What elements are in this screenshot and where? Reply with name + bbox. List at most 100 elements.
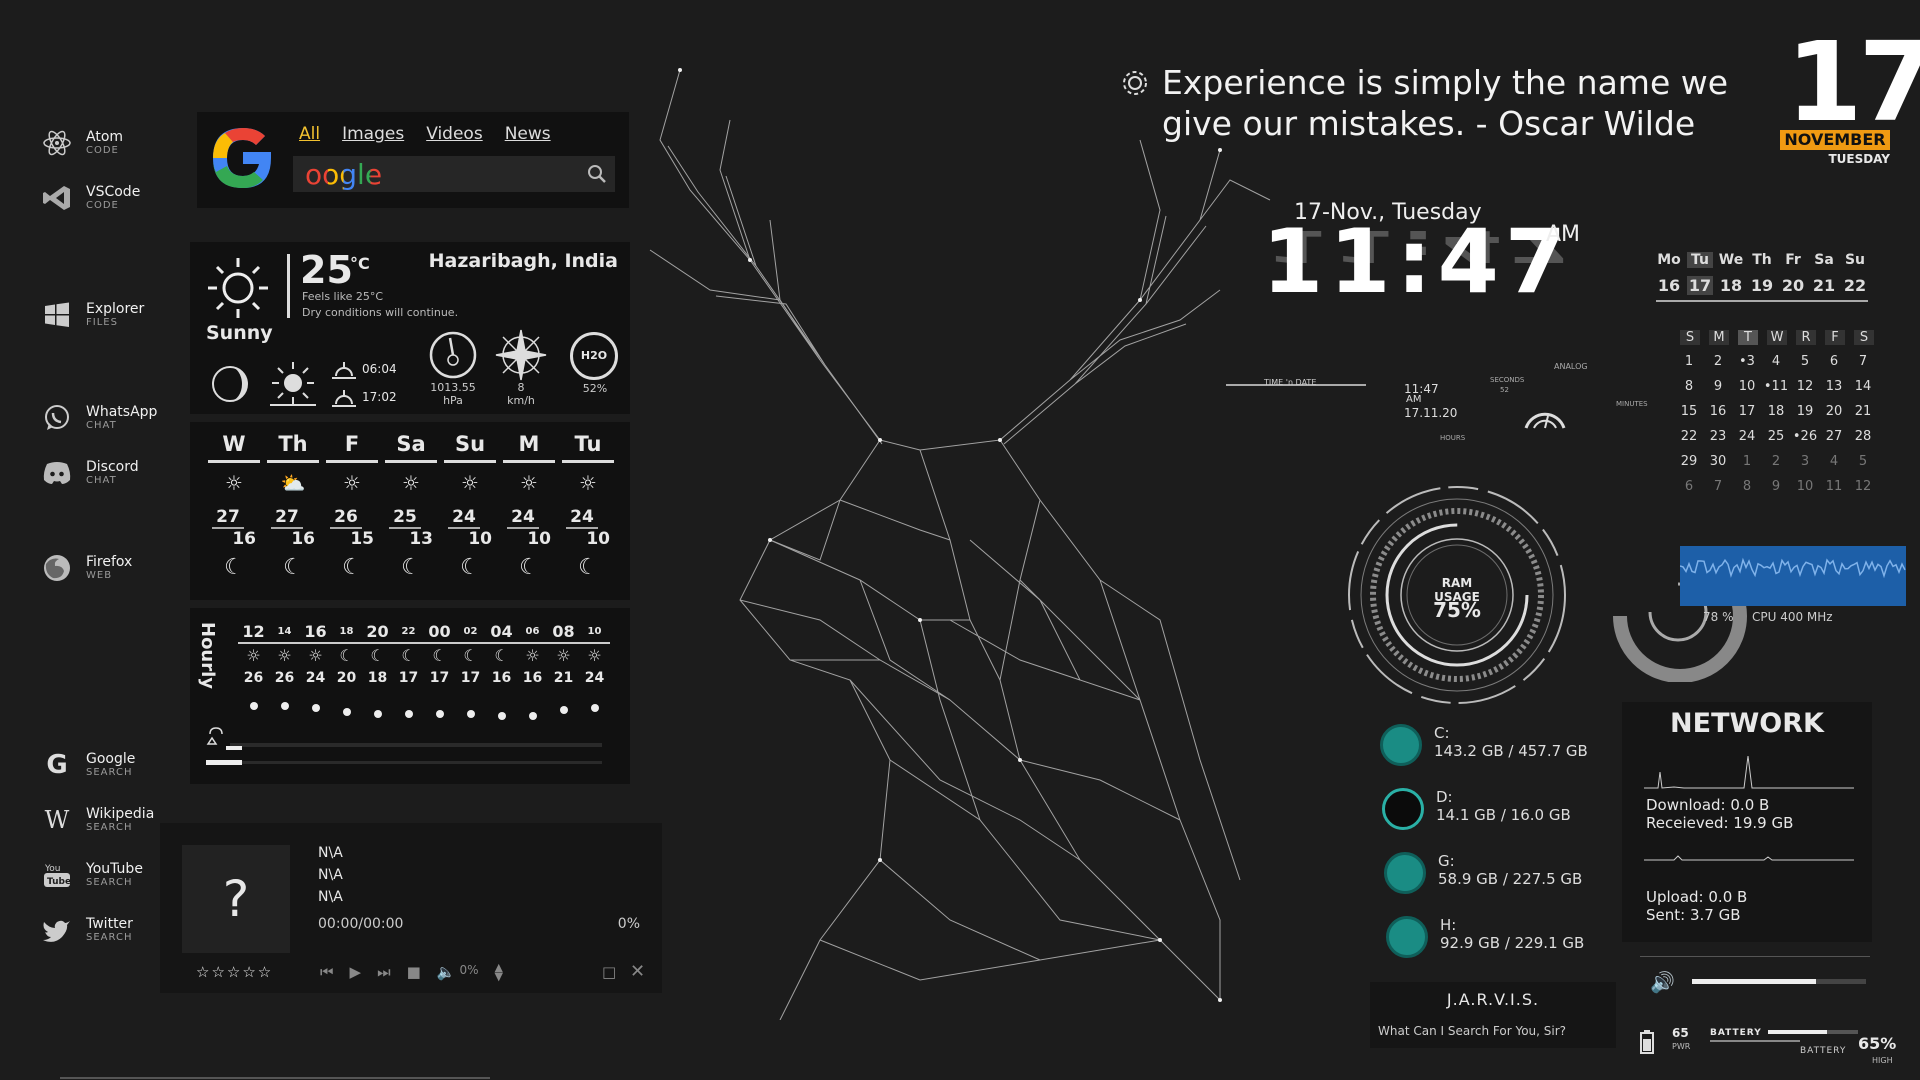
drive-h[interactable]: H: 92.9 GB / 229.1 GB [1386, 916, 1584, 958]
calendar-day[interactable]: 27 [1821, 429, 1847, 444]
calendar-day[interactable]: 5 [1850, 454, 1876, 469]
calendar-day[interactable]: 9 [1763, 479, 1789, 494]
calendar-day[interactable]: 28 [1850, 429, 1876, 444]
calendar-day[interactable]: 15 [1676, 404, 1702, 419]
calendar-day[interactable]: 21 [1850, 404, 1876, 419]
calendar-day[interactable]: 2 [1705, 354, 1731, 369]
tab-all[interactable]: All [299, 124, 320, 144]
weekday-date[interactable]: 17 [1687, 276, 1713, 295]
calendar-day[interactable]: 12 [1792, 379, 1818, 394]
calendar-day[interactable]: 23 [1705, 429, 1731, 444]
calendar-day[interactable]: 30 [1705, 454, 1731, 469]
launcher-firefox[interactable]: Firefox WEB [40, 551, 132, 585]
volume-stepper-icon[interactable]: ▲ ▼ [495, 962, 503, 982]
launcher-wikipedia[interactable]: W Wikipedia SEARCH [40, 803, 155, 837]
calendar-day[interactable]: 3 [1792, 454, 1818, 469]
calendar-day[interactable]: 5 [1792, 354, 1818, 369]
search-icon[interactable] [587, 164, 607, 184]
calendar-day[interactable]: 1 [1734, 454, 1760, 469]
calendar-day[interactable]: 4 [1821, 454, 1847, 469]
close-icon[interactable]: ✕ [630, 961, 645, 982]
calendar-day[interactable]: 18 [1763, 404, 1789, 419]
calendar-day[interactable]: •11 [1763, 379, 1789, 394]
launcher-discord[interactable]: Discord CHAT [40, 456, 139, 490]
speaker-icon[interactable]: 🔊 [1650, 970, 1675, 994]
calendar-day[interactable]: 6 [1821, 354, 1847, 369]
weekday-date[interactable]: 18 [1718, 276, 1744, 295]
month-calendar: S M T W R F S 1 2 •3 4 5 6 7 8 9 10 •11 12 13 14 15 16 17 18 19 20… [1680, 330, 1890, 500]
hour-label: 04 [490, 622, 513, 641]
calendar-day[interactable]: 13 [1821, 379, 1847, 394]
calendar-day[interactable]: 8 [1676, 379, 1702, 394]
calendar-day[interactable]: 20 [1821, 404, 1847, 419]
calendar-day[interactable]: 25 [1763, 429, 1789, 444]
calendar-day[interactable]: 7 [1850, 354, 1876, 369]
network-download: Download: 0.0 B [1646, 796, 1770, 814]
launcher-youtube[interactable]: You Tube YouTube SEARCH [40, 858, 143, 892]
calendar-day[interactable]: 16 [1705, 404, 1731, 419]
previous-icon[interactable]: ⏮ [320, 963, 334, 981]
wikipedia-icon: W [44, 806, 70, 834]
weekday-header: Tu [1687, 252, 1713, 268]
next-icon[interactable]: ⏭ [377, 963, 391, 981]
tab-videos[interactable]: Videos [426, 124, 483, 144]
weekday-date[interactable]: 20 [1780, 276, 1806, 295]
battery-percent: 65% [1858, 1034, 1897, 1053]
weekday-date[interactable]: 21 [1811, 276, 1837, 295]
calendar-day[interactable]: 4 [1763, 354, 1789, 369]
sun-icon: ☼ [520, 471, 538, 495]
launcher-vscode[interactable]: VSCode CODE [40, 181, 140, 215]
launcher-atom[interactable]: Atom CODE [40, 126, 123, 160]
weekday-date[interactable]: 19 [1749, 276, 1775, 295]
drive-d[interactable]: D: 14.1 GB / 16.0 GB [1382, 788, 1571, 830]
hour-temp: 18 [367, 670, 388, 686]
launcher-sublabel: CODE [86, 145, 119, 156]
launcher-twitter[interactable]: Twitter SEARCH [40, 913, 133, 947]
calendar-day[interactable]: 24 [1734, 429, 1760, 444]
stop-icon[interactable]: ■ [407, 963, 421, 981]
weekday-date[interactable]: 16 [1656, 276, 1682, 295]
sun-icon: ☼ [402, 471, 420, 495]
hud-label: TIME 'n DATE [1264, 378, 1317, 387]
drive-c[interactable]: C: 143.2 GB / 457.7 GB [1380, 724, 1588, 766]
hud-ampm: AM [1406, 394, 1422, 405]
calendar-day[interactable]: 17 [1734, 404, 1760, 419]
tab-news[interactable]: News [505, 124, 551, 144]
calendar-day[interactable]: 1 [1676, 354, 1702, 369]
network-widget: NETWORK Download: 0.0 B Receieved: 19.9 … [1622, 702, 1872, 942]
calendar-day[interactable]: 19 [1792, 404, 1818, 419]
calendar-day[interactable]: 29 [1676, 454, 1702, 469]
google-search-input[interactable]: oogle [293, 156, 615, 192]
calendar-day[interactable]: 6 [1676, 479, 1702, 494]
calendar-day[interactable]: 8 [1734, 479, 1760, 494]
drive-g[interactable]: G: 58.9 GB / 227.5 GB [1384, 852, 1582, 894]
calendar-day[interactable]: 12 [1850, 479, 1876, 494]
temp-dot [404, 710, 413, 718]
maximize-icon[interactable]: □ [602, 963, 616, 981]
calendar-day[interactable]: •26 [1792, 429, 1818, 444]
rating-stars[interactable]: ☆☆☆☆☆ [196, 963, 273, 981]
launcher-whatsapp[interactable]: WhatsApp CHAT [40, 401, 157, 435]
volume-slider[interactable] [1692, 979, 1866, 984]
calendar-day[interactable]: 2 [1763, 454, 1789, 469]
calendar-day[interactable]: 10 [1734, 379, 1760, 394]
play-icon[interactable]: ▶ [350, 963, 362, 981]
jarvis-search[interactable]: J.A.R.V.I.S. What Can I Search For You, … [1370, 982, 1616, 1048]
launcher-explorer[interactable]: Explorer FILES [40, 298, 144, 332]
calendar-day[interactable]: 9 [1705, 379, 1731, 394]
calendar-day[interactable]: 22 [1676, 429, 1702, 444]
launcher-google[interactable]: G Google SEARCH [40, 748, 135, 782]
hour-label: 12 [242, 622, 265, 641]
humidity-icon: H2O [570, 332, 618, 380]
moon-icon: ☾ [463, 646, 478, 665]
calendar-day[interactable]: 10 [1792, 479, 1818, 494]
discord-icon [40, 456, 74, 490]
volume-icon[interactable]: 🔈 [437, 963, 456, 981]
calendar-day[interactable]: •3 [1734, 354, 1760, 369]
calendar-day[interactable]: 7 [1705, 479, 1731, 494]
tab-images[interactable]: Images [342, 124, 404, 144]
weekday-date[interactable]: 22 [1842, 276, 1868, 295]
gear-icon[interactable] [1120, 68, 1150, 98]
calendar-day[interactable]: 11 [1821, 479, 1847, 494]
calendar-day[interactable]: 14 [1850, 379, 1876, 394]
